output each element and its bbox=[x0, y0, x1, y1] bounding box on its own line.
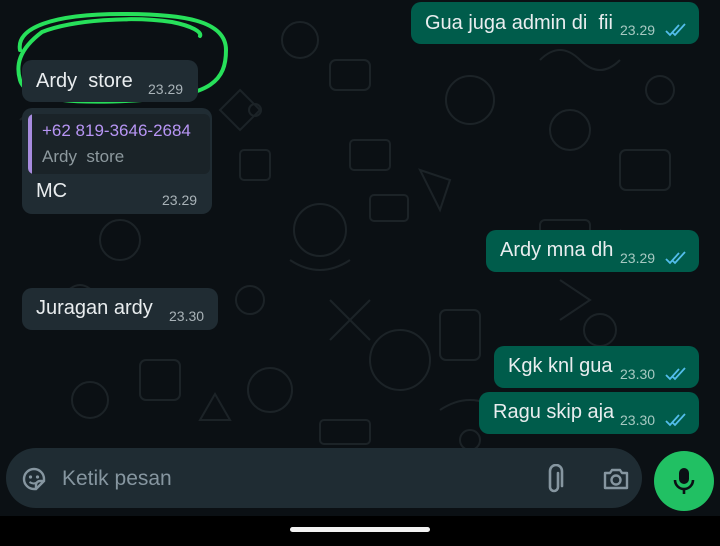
mic-icon bbox=[673, 468, 695, 494]
voice-record-button[interactable] bbox=[654, 451, 714, 511]
sticker-icon[interactable] bbox=[20, 465, 48, 493]
read-ticks-icon bbox=[665, 23, 686, 37]
paperclip-icon[interactable] bbox=[544, 464, 568, 494]
message-text: Gua juga admin di fii bbox=[425, 12, 613, 34]
quoted-contact[interactable]: +62 819-3646-2684 Ardy store bbox=[28, 114, 210, 174]
message-time: 23.30 bbox=[620, 366, 656, 382]
message-bubble-outgoing[interactable]: Ardy mna dh 23.29 bbox=[486, 230, 699, 272]
message-text: Juragan ardy bbox=[36, 297, 153, 319]
message-text: Ardy store bbox=[36, 70, 133, 92]
message-bubble-incoming[interactable]: Juragan ardy 23.30 bbox=[22, 288, 218, 330]
quoted-phone-number: +62 819-3646-2684 bbox=[42, 121, 191, 140]
quote-accent-bar bbox=[28, 114, 32, 174]
read-ticks-icon bbox=[665, 367, 686, 381]
message-bubble-incoming[interactable]: Ardy store 23.29 bbox=[22, 60, 198, 102]
message-bubble-outgoing[interactable]: Gua juga admin di fii 23.29 bbox=[411, 2, 699, 44]
home-gesture-bar[interactable] bbox=[290, 527, 430, 532]
message-time: 23.30 bbox=[620, 412, 656, 428]
message-time: 23.29 bbox=[620, 250, 656, 266]
read-ticks-icon bbox=[665, 413, 686, 427]
message-composer: Ketik pesan bbox=[6, 448, 642, 508]
message-text: Kgk knl gua bbox=[508, 355, 613, 377]
quoted-contact-name: Ardy store bbox=[42, 147, 125, 166]
message-time: 23.29 bbox=[162, 192, 198, 208]
message-bubble-outgoing[interactable]: Kgk knl gua 23.30 bbox=[494, 346, 699, 388]
message-bubble-outgoing[interactable]: Ragu skip aja 23.30 bbox=[479, 392, 699, 434]
message-text: MC bbox=[36, 180, 68, 202]
message-time: 23.29 bbox=[148, 81, 184, 97]
message-time: 23.30 bbox=[169, 308, 205, 324]
message-input[interactable]: Ketik pesan bbox=[62, 467, 172, 491]
message-text: Ragu skip aja bbox=[493, 401, 615, 423]
camera-icon[interactable] bbox=[602, 466, 630, 492]
message-text: Ardy mna dh bbox=[500, 239, 614, 261]
message-bubble-incoming-reply[interactable]: +62 819-3646-2684 Ardy store MC 23.29 bbox=[22, 108, 212, 214]
message-time: 23.29 bbox=[620, 22, 656, 38]
read-ticks-icon bbox=[665, 251, 686, 265]
